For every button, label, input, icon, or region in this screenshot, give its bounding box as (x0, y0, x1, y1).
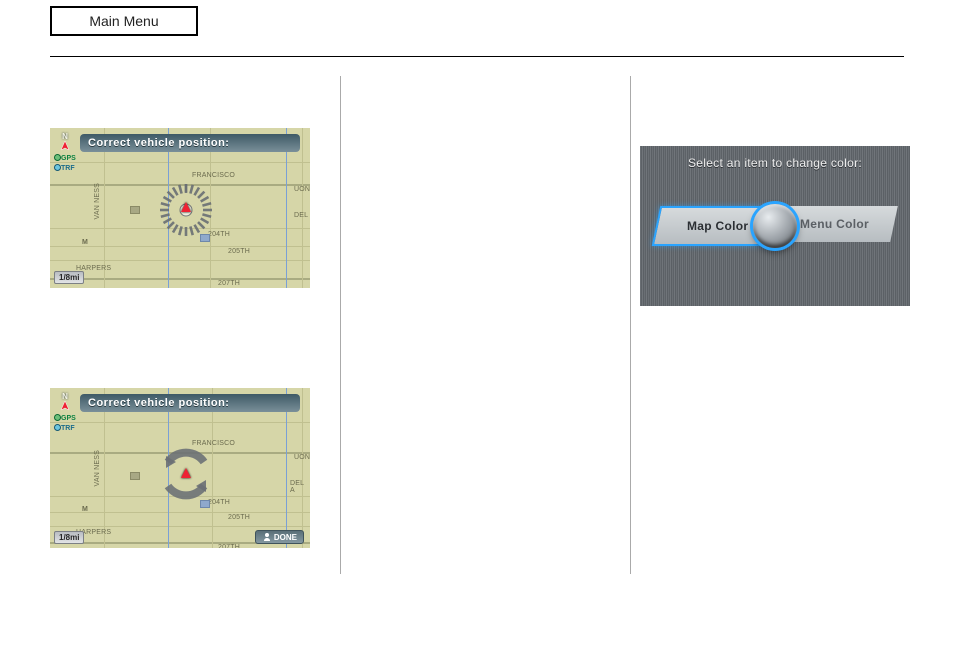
map-figure-rotate: VAN NESS HARPERS FRANCISCO 204TH 205TH 2… (50, 388, 310, 548)
map-scale-badge[interactable]: 1/8mi (54, 531, 84, 544)
north-arrow-icon: N (56, 132, 74, 151)
street-label: M (82, 506, 88, 513)
column-separator-1 (340, 76, 341, 574)
street-label: DEL A (290, 480, 310, 494)
street-label: VAN NESS (94, 183, 101, 219)
street-label: UON (294, 454, 310, 461)
column-separator-2 (630, 76, 631, 574)
street-label: 207TH (218, 280, 240, 287)
header-rule (50, 56, 904, 57)
street-label: 205TH (228, 514, 250, 521)
gps-label: GPS (61, 415, 76, 422)
traffic-label: TRF (61, 425, 75, 432)
color-selector-title: Select an item to change color: (640, 156, 910, 170)
building-icon (130, 206, 140, 214)
north-letter: N (62, 132, 68, 141)
done-button[interactable]: DONE (255, 530, 304, 544)
traffic-label: TRF (61, 165, 75, 172)
street-label: UON (294, 186, 310, 193)
street-label: FRANCISCO (192, 172, 235, 179)
vehicle-icon (181, 468, 191, 478)
street-label: M (82, 239, 88, 246)
map-figure-scroll: VAN NESS HARPERS FRANCISCO 204TH 205TH 2… (50, 128, 310, 288)
street-label: 205TH (228, 248, 250, 255)
map-scale-badge[interactable]: 1/8mi (54, 271, 84, 284)
gps-label: GPS (61, 155, 76, 162)
vehicle-icon (181, 202, 191, 212)
north-letter: N (62, 392, 68, 401)
map-color-label: Map Color (687, 219, 748, 233)
traffic-indicator: TRF (54, 424, 75, 432)
gps-indicator: GPS (54, 414, 76, 422)
gps-indicator: GPS (54, 154, 76, 162)
map-title-bar: Correct vehicle position: (80, 134, 300, 152)
color-selector-figure: Select an item to change color: Map Colo… (640, 146, 910, 306)
selector-knob-icon[interactable] (753, 204, 797, 248)
street-label: DEL (294, 212, 308, 219)
traffic-indicator: TRF (54, 164, 75, 172)
menu-color-label: Menu Color (800, 217, 869, 231)
main-menu-button[interactable]: Main Menu (50, 6, 198, 36)
street-label: VAN NESS (94, 450, 101, 486)
map-title-bar: Correct vehicle position: (80, 394, 300, 412)
street-label: 207TH (218, 544, 240, 548)
done-label: DONE (274, 533, 297, 542)
building-icon (130, 472, 140, 480)
north-arrow-icon: N (56, 392, 74, 411)
